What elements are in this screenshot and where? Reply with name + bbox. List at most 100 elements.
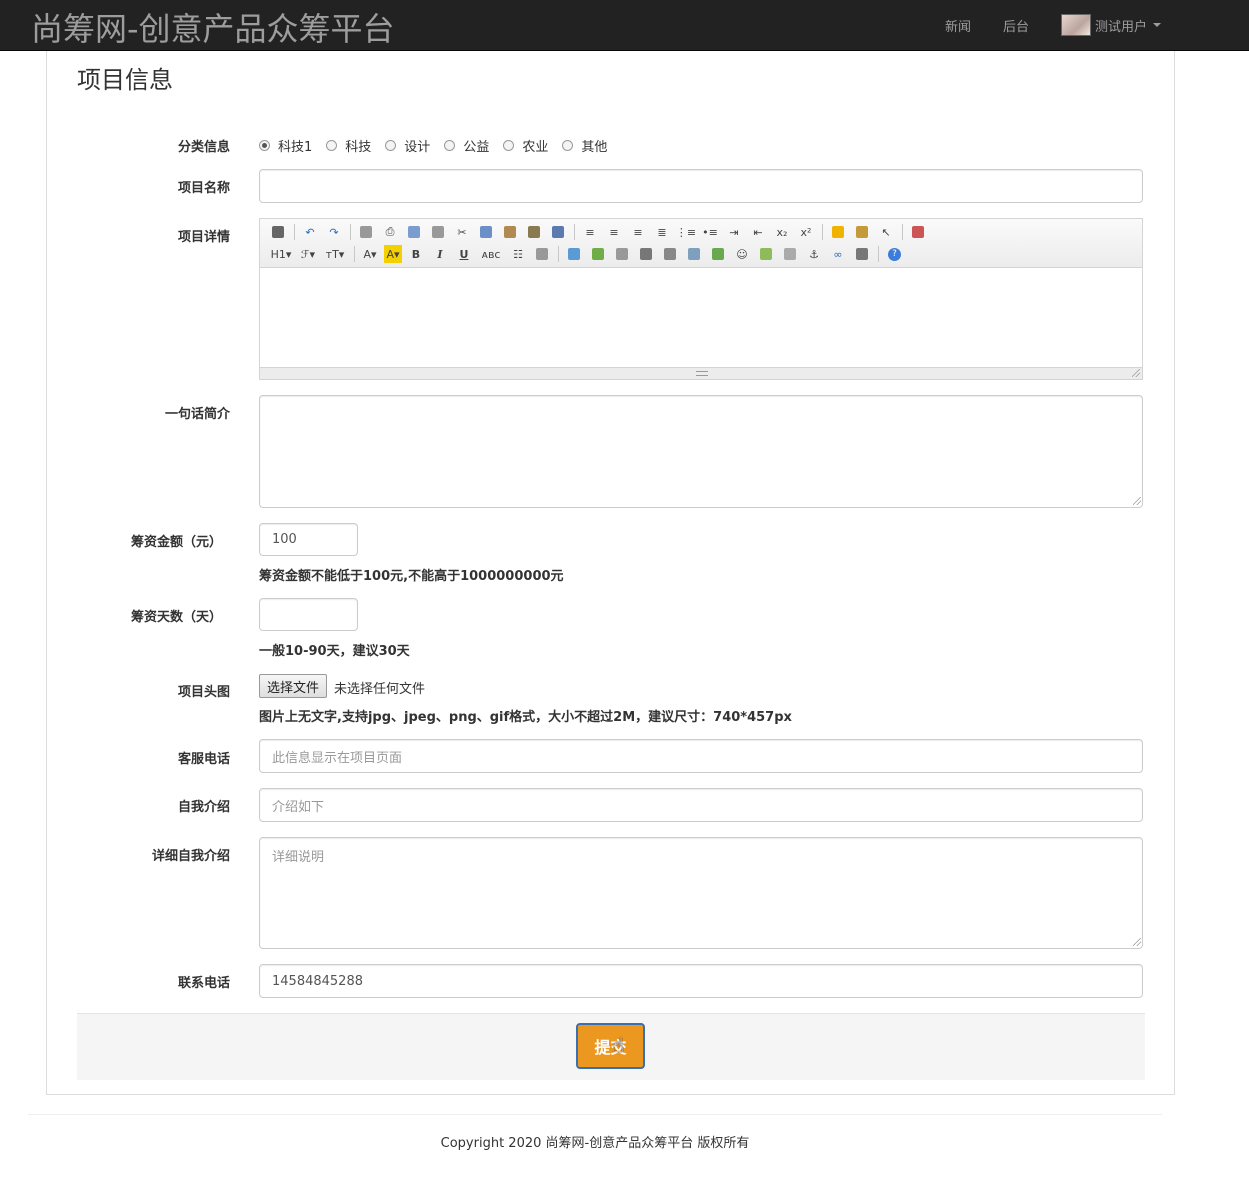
editor-content-area[interactable] [260, 268, 1142, 368]
avatar [1061, 14, 1091, 36]
italic-icon[interactable]: I [430, 245, 450, 263]
resize-handle-icon[interactable] [1133, 497, 1141, 505]
project-name-input[interactable] [259, 169, 1143, 203]
brand-title[interactable]: 尚筹网-创意产品众筹平台 [31, 4, 395, 50]
amount-label: 筹资金额（元） [130, 535, 222, 550]
cut-icon[interactable]: ✂ [452, 223, 472, 241]
align-center-icon[interactable]: ≡ [604, 223, 624, 241]
highlight-icon[interactable]: A▾ [384, 245, 402, 263]
outdent-icon[interactable]: ⇤ [748, 223, 768, 241]
radio-icon[interactable] [326, 140, 338, 151]
category-radio-group: 科技1 科技 设计 公益 农业 其他 [259, 136, 621, 155]
copyright-text: Copyright 2020 尚筹网-创意产品众筹平台 版权所有 [440, 1136, 750, 1151]
clear-format-icon[interactable] [828, 223, 848, 241]
template-icon[interactable] [404, 223, 424, 241]
print-icon[interactable]: ⎙ [380, 223, 400, 241]
file-status-text: 未选择任何文件 [334, 682, 426, 697]
emoticon-icon[interactable]: ☺ [732, 245, 752, 263]
nav-link-admin[interactable]: 后台 [1003, 16, 1029, 35]
user-menu[interactable]: 测试用户 [1061, 14, 1162, 36]
days-help-text: 一般10-90天，建议30天 [259, 644, 410, 659]
nav-link-news[interactable]: 新闻 [945, 16, 971, 35]
code-icon[interactable] [428, 223, 448, 241]
paste-word-icon[interactable] [548, 223, 568, 241]
page-break-icon[interactable] [780, 245, 800, 263]
radio-icon[interactable] [385, 140, 397, 151]
strikethrough-icon[interactable]: ᴀʙᴄ [478, 245, 504, 263]
bold-icon[interactable]: B [406, 245, 426, 263]
project-name-label: 项目名称 [177, 181, 230, 196]
radio-checked-icon[interactable] [259, 140, 270, 151]
source-icon[interactable] [268, 223, 288, 241]
insert-hr-icon[interactable] [708, 245, 728, 263]
help-icon[interactable]: ? [888, 247, 901, 261]
align-right-icon[interactable]: ≡ [628, 223, 648, 241]
category-option-agriculture[interactable]: 农业 [503, 136, 548, 155]
detail-self-intro-label: 详细自我介绍 [151, 849, 230, 864]
attachment-icon[interactable] [660, 245, 680, 263]
short-intro-label: 一句话简介 [164, 407, 230, 422]
radio-icon[interactable] [444, 140, 456, 151]
toolbar-separator [574, 224, 575, 240]
undo-icon[interactable]: ↶ [300, 223, 320, 241]
service-phone-input[interactable]: 此信息显示在项目页面 [259, 739, 1143, 773]
category-option-tech[interactable]: 科技 [326, 136, 371, 155]
multi-image-icon[interactable] [588, 245, 608, 263]
redo-icon[interactable]: ↷ [324, 223, 344, 241]
unlink-icon[interactable] [852, 245, 872, 263]
image-icon[interactable] [564, 245, 584, 263]
paste-icon[interactable] [500, 223, 520, 241]
page-title: 项目信息 [77, 66, 173, 94]
select-all-icon[interactable] [852, 223, 872, 241]
font-size-icon[interactable]: тT▾ [322, 245, 348, 263]
anchor-icon[interactable]: ⚓ [804, 245, 824, 263]
remove-format-icon[interactable] [532, 245, 552, 263]
radio-icon[interactable] [562, 140, 574, 151]
days-input[interactable] [259, 598, 358, 631]
cursor-icon[interactable]: ↖ [876, 223, 896, 241]
category-option-charity[interactable]: 公益 [444, 136, 489, 155]
contact-phone-input[interactable]: 14584845288 [259, 964, 1143, 998]
font-color-icon[interactable]: A▾ [360, 245, 380, 263]
copy-icon[interactable] [476, 223, 496, 241]
link-icon[interactable]: ∞ [828, 245, 848, 263]
subscript-icon[interactable]: x₂ [772, 223, 792, 241]
underline-icon[interactable]: U [454, 245, 474, 263]
heading-icon[interactable]: H1▾ [268, 245, 294, 263]
category-option-tech1[interactable]: 科技1 [259, 136, 312, 155]
toolbar-separator [558, 246, 559, 262]
indent-icon[interactable]: ⇥ [724, 223, 744, 241]
drag-handle-icon[interactable] [696, 371, 708, 376]
self-intro-input[interactable]: 介绍如下 [259, 788, 1143, 822]
short-intro-textarea[interactable] [259, 395, 1143, 508]
editor-resize-bar[interactable] [260, 367, 1142, 379]
radio-icon[interactable] [503, 140, 515, 151]
amount-input[interactable]: 100 [259, 523, 358, 556]
font-family-icon[interactable]: ℱ▾ [298, 245, 318, 263]
table-icon[interactable] [684, 245, 704, 263]
category-option-design[interactable]: 设计 [385, 136, 430, 155]
submit-button[interactable]: 提交 [576, 1023, 645, 1069]
resize-handle-icon[interactable] [1133, 938, 1141, 946]
media-icon[interactable] [636, 245, 656, 263]
toolbar-separator [354, 246, 355, 262]
preview-icon[interactable] [356, 223, 376, 241]
fullscreen-icon[interactable] [908, 223, 928, 241]
unordered-list-icon[interactable]: •≡ [700, 223, 720, 241]
rich-text-editor: ↶ ↷ ⎙ ✂ ≡ ≡ ≡ ≣ ⋮≡ •≡ ⇥ ⇤ x₂ x² ↖ H1▾ ℱ▾ тT▾ A▾ A▾ B I Uᴀʙᴄ ☷ ☺… [259, 218, 1143, 380]
editor-toolbar: ↶ ↷ ⎙ ✂ ≡ ≡ ≡ ≣ ⋮≡ •≡ ⇥ ⇤ x₂ x² ↖ H1▾ ℱ▾ тT▾ A▾ A▾ B I Uᴀʙᴄ ☷ ☺… [260, 219, 1142, 268]
choose-file-button[interactable]: 选择文件 [259, 674, 328, 698]
baidu-map-icon[interactable] [756, 245, 776, 263]
line-height-icon[interactable]: ☷ [508, 245, 528, 263]
top-navbar: 尚筹网-创意产品众筹平台 新闻 后台 测试用户 [0, 0, 1249, 51]
align-left-icon[interactable]: ≡ [580, 223, 600, 241]
ordered-list-icon[interactable]: ⋮≡ [676, 223, 696, 241]
justify-icon[interactable]: ≣ [652, 223, 672, 241]
flash-icon[interactable] [612, 245, 632, 263]
project-detail-label: 项目详情 [177, 230, 230, 245]
detail-self-intro-textarea[interactable]: 详细说明 [259, 837, 1143, 949]
superscript-icon[interactable]: x² [796, 223, 816, 241]
resize-handle-icon[interactable] [1132, 369, 1140, 377]
paste-text-icon[interactable] [524, 223, 544, 241]
category-option-other[interactable]: 其他 [562, 136, 607, 155]
